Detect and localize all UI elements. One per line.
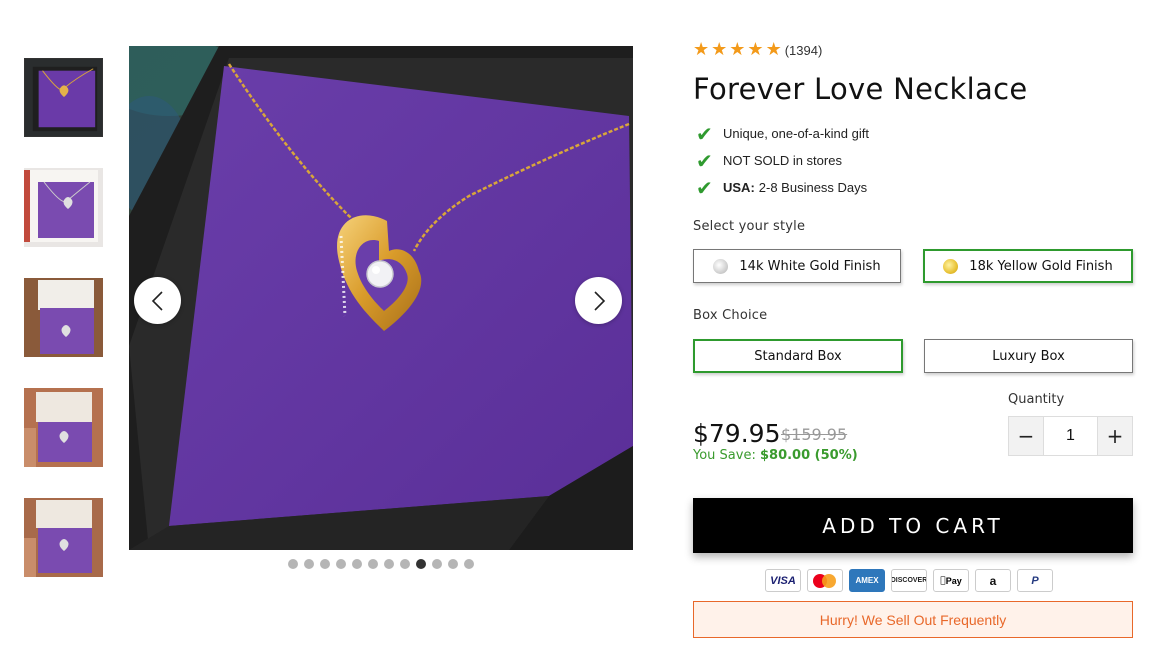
feature-item: ✔ USA: 2-8 Business Days [693, 174, 1133, 201]
gallery-dot-active[interactable] [416, 559, 426, 569]
necklace-photo [129, 46, 633, 550]
amex-icon: AMEX [849, 569, 885, 592]
quantity-input[interactable] [1043, 417, 1098, 455]
gallery-dot[interactable] [368, 559, 378, 569]
gallery-dot[interactable] [384, 559, 394, 569]
star-icon: ★ [711, 39, 728, 60]
gallery-dot[interactable] [432, 559, 442, 569]
quantity-label: Quantity [1008, 392, 1065, 407]
box-option-luxury[interactable]: Luxury Box [924, 339, 1133, 373]
gallery-dot[interactable] [304, 559, 314, 569]
savings-label: You Save: [693, 448, 756, 463]
feature-item: ✔ Unique, one-of-a-kind gift [693, 120, 1133, 147]
style-option-yellow-gold[interactable]: 18k Yellow Gold Finish [923, 249, 1133, 283]
feature-item: ✔ NOT SOLD in stores [693, 147, 1133, 174]
price-row: $79.95 $159.95 You Save: $80.00 (50%) Qu… [693, 391, 1133, 481]
add-to-cart-button[interactable]: ADD TO CART [693, 498, 1133, 553]
quantity-increase-button[interactable]: + [1098, 417, 1132, 455]
review-count[interactable]: (1394) [785, 43, 823, 58]
style-option-label: 14k White Gold Finish [739, 258, 881, 274]
gallery-dot[interactable] [352, 559, 362, 569]
quantity-stepper: − + [1008, 416, 1133, 456]
mastercard-icon [807, 569, 843, 592]
box-label: Box Choice [693, 308, 768, 323]
thumbnail-2[interactable] [24, 168, 103, 247]
product-main-image [129, 46, 633, 550]
original-price: $159.95 [781, 425, 848, 444]
box-options: Standard Box Luxury Box [693, 339, 1133, 373]
gallery-dot[interactable] [448, 559, 458, 569]
checkmark-icon: ✔ [696, 121, 713, 146]
gallery-dot[interactable] [288, 559, 298, 569]
thumbnail-1[interactable] [24, 58, 103, 137]
apple-pay-icon: Pay [933, 569, 969, 592]
discover-icon: DISCOVER [891, 569, 927, 592]
chevron-left-icon [151, 290, 163, 311]
feature-text: 2-8 Business Days [758, 180, 868, 195]
style-option-label: 18k Yellow Gold Finish [969, 258, 1113, 274]
payment-methods: VISA AMEX DISCOVER Pay a P [765, 569, 1053, 592]
gallery-dots [288, 559, 474, 569]
box-option-label: Luxury Box [992, 348, 1065, 364]
apple-pay-label: Pay [942, 575, 962, 586]
style-option-white-gold[interactable]: 14k White Gold Finish [693, 249, 901, 283]
rating[interactable]: ★ ★ ★ ★ ★ (1394) [693, 40, 1133, 60]
amazon-pay-icon: a [975, 569, 1011, 592]
style-label: Select your style [693, 219, 806, 234]
savings-amount: $80.00 (50%) [759, 448, 858, 463]
current-price: $79.95 [693, 419, 781, 448]
gallery-dot[interactable] [336, 559, 346, 569]
visa-icon: VISA [765, 569, 801, 592]
thumbnail-3[interactable] [24, 278, 103, 357]
feature-text: NOT SOLD in stores [723, 153, 842, 168]
white-gold-swatch-icon [713, 258, 729, 274]
checkmark-icon: ✔ [696, 148, 713, 173]
box-option-standard[interactable]: Standard Box [693, 339, 903, 373]
product-info: ★ ★ ★ ★ ★ (1394) Forever Love Necklace ✔… [693, 40, 1133, 481]
paypal-icon: P [1017, 569, 1053, 592]
previous-image-button[interactable] [134, 277, 181, 324]
box-option-label: Standard Box [754, 348, 842, 364]
star-icon: ★ [693, 39, 710, 60]
feature-list: ✔ Unique, one-of-a-kind gift ✔ NOT SOLD … [693, 120, 1133, 201]
thumbnail-5[interactable] [24, 498, 103, 577]
feature-text: Unique, one-of-a-kind gift [723, 126, 869, 141]
yellow-gold-swatch-icon [943, 258, 959, 274]
thumbnail-list [24, 58, 103, 608]
star-rating: ★ ★ ★ ★ ★ [693, 41, 782, 59]
product-title: Forever Love Necklace [693, 72, 1028, 106]
urgency-banner: Hurry! We Sell Out Frequently [693, 601, 1133, 638]
gallery-dot[interactable] [320, 559, 330, 569]
quantity-decrease-button[interactable]: − [1009, 417, 1043, 455]
star-icon: ★ [765, 39, 782, 60]
star-icon: ★ [747, 39, 764, 60]
checkmark-icon: ✔ [696, 175, 713, 200]
savings: You Save: $80.00 (50%) [693, 448, 858, 463]
chevron-right-icon [593, 290, 605, 311]
feature-bold: USA: [723, 180, 755, 195]
next-image-button[interactable] [575, 277, 622, 324]
star-icon: ★ [729, 39, 746, 60]
thumbnail-4[interactable] [24, 388, 103, 467]
gallery-dot[interactable] [400, 559, 410, 569]
style-options: 14k White Gold Finish 18k Yellow Gold Fi… [693, 249, 1133, 283]
gallery-dot[interactable] [464, 559, 474, 569]
